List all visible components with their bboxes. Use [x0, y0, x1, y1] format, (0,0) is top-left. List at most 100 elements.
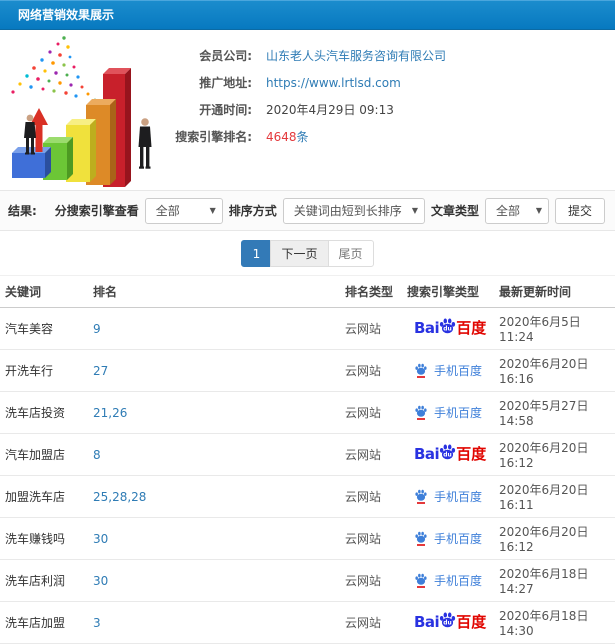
keyword-cell: 开洗车行	[0, 349, 88, 392]
keyword-cell: 汽车美容	[0, 307, 88, 350]
baidu-logo-text: Bai	[414, 613, 440, 631]
company-info-panel: 会员公司: 山东老人头汽车服务咨询有限公司 推广地址: https://www.…	[160, 30, 615, 190]
engine-cell: 手机百度	[402, 349, 494, 392]
mobile-baidu-badge: 手机百度	[414, 488, 482, 505]
engine-cell: 手机百度	[402, 559, 494, 602]
rank-cell: 27	[88, 349, 340, 392]
rank-type-cell: 云网站	[340, 433, 402, 476]
next-page-button[interactable]: 下一页	[270, 240, 329, 267]
chevron-down-icon: ▼	[411, 206, 418, 215]
table-row: 加盟洗车店 25,28,28 云网站 手机百度 2020年6月20日 16:11	[0, 475, 615, 518]
keyword-cell: 加盟洗车店	[0, 475, 88, 518]
red-underline	[417, 544, 425, 547]
member-company-link[interactable]: 山东老人头汽车服务咨询有限公司	[266, 47, 446, 64]
column-header-0: 关键词	[0, 275, 88, 308]
filter-bar: 结果: 分搜索引擎查看 全部 ▼ 排序方式 关键词由短到长排序 ▼ 文章类型 全…	[0, 190, 615, 231]
column-header-1: 排名	[88, 275, 340, 308]
baidu-logo: Bai du 百度	[414, 444, 487, 463]
keyword-cell: 洗车店加盟	[0, 601, 88, 644]
svg-text:du: du	[443, 326, 451, 333]
updated-cell: 2020年6月18日 14:27	[494, 559, 615, 602]
updated-cell: 2020年6月20日 16:12	[494, 433, 615, 476]
submit-button[interactable]: 提交	[554, 197, 605, 224]
rank-count-number: 4648	[266, 130, 297, 144]
promo-url-link[interactable]: https://www.lrtlsd.com	[266, 76, 401, 90]
svg-text:du: du	[443, 452, 451, 459]
chevron-down-icon: ▼	[535, 206, 542, 215]
baidu-logo-text: Bai	[414, 445, 440, 463]
table-row: 洗车赚钱吗 30 云网站 手机百度 2020年6月20日 16:12	[0, 517, 615, 560]
result-label: 结果:	[8, 204, 37, 218]
header-section: 会员公司: 山东老人头汽车服务咨询有限公司 推广地址: https://www.…	[0, 30, 615, 190]
table-header-row: 关键词 排名 排名类型 搜索引擎类型 最新更新时间	[0, 275, 615, 308]
rank-cell: 21,26	[88, 391, 340, 434]
baidu-logo-cn: 百度	[456, 613, 487, 631]
bar-chart-clipart-image	[11, 36, 152, 187]
mobile-baidu-label: 手机百度	[434, 363, 483, 378]
column-header-4: 最新更新时间	[494, 275, 615, 308]
rank-type-cell: 云网站	[340, 559, 402, 602]
rank-cell: 8	[88, 433, 340, 476]
page-1-button[interactable]: 1	[241, 240, 272, 267]
rank-cell: 9	[88, 307, 340, 350]
filter-group: 分搜索引擎查看 全部 ▼ 排序方式 关键词由短到长排序 ▼ 文章类型 全部 ▼ …	[54, 197, 605, 224]
red-underline	[417, 376, 425, 379]
baidu-paw-icon	[415, 364, 427, 375]
baidu-paw-icon	[415, 490, 427, 501]
open-time-value: 2020年4月29日 09:13	[266, 103, 394, 117]
baidu-logo-cn: 百度	[456, 445, 487, 463]
table-row: 汽车美容 9 云网站 Bai du 百度 2020年6月5日 11:24	[0, 307, 615, 350]
baidu-paw-icon: du	[440, 612, 456, 628]
engine-cell: Bai du 百度	[402, 307, 494, 350]
engine-rank-count-value: 4648条	[266, 128, 309, 145]
info-row-member-company: 会员公司: 山东老人头汽车服务咨询有限公司	[160, 42, 615, 69]
results-table-body: 汽车美容 9 云网站 Bai du 百度 2020年6月5日 11:24 开洗车行 27…	[0, 307, 615, 644]
keyword-cell: 洗车赚钱吗	[0, 517, 88, 560]
updated-cell: 2020年6月18日 14:30	[494, 601, 615, 644]
article-type-select[interactable]: 全部 ▼	[484, 197, 549, 224]
info-row-engine-rank-count: 搜索引擎排名: 4648条	[160, 123, 615, 150]
baidu-logo-text: Bai	[414, 319, 440, 337]
rank-type-cell: 云网站	[340, 517, 402, 560]
title-bar: 网络营销效果展示	[0, 0, 615, 30]
info-row-open-time: 开通时间: 2020年4月29日 09:13	[160, 96, 615, 123]
engine-filter-label: 分搜索引擎查看	[54, 204, 139, 218]
engine-cell: Bai du 百度	[402, 433, 494, 476]
engine-cell: 手机百度	[402, 517, 494, 560]
confetti-dots	[11, 36, 97, 102]
engine-cell: 手机百度	[402, 391, 494, 434]
rank-cell: 3	[88, 601, 340, 644]
engine-filter-select[interactable]: 全部 ▼	[144, 197, 223, 224]
sort-label: 排序方式	[228, 204, 277, 218]
sort-select[interactable]: 关键词由短到长排序 ▼	[282, 197, 425, 224]
rank-type-cell: 云网站	[340, 307, 402, 350]
engine-filter-selected-value: 全部	[155, 204, 180, 218]
red-underline	[417, 418, 425, 421]
engine-cell: Bai du 百度	[402, 601, 494, 644]
mobile-baidu-label: 手机百度	[434, 489, 483, 504]
table-row: 洗车店利润 30 云网站 手机百度 2020年6月18日 14:27	[0, 559, 615, 602]
last-page-button[interactable]: 尾页	[327, 240, 374, 267]
rank-type-cell: 云网站	[340, 391, 402, 434]
engine-cell: 手机百度	[402, 475, 494, 518]
column-header-2: 排名类型	[340, 275, 402, 308]
rank-type-cell: 云网站	[340, 475, 402, 518]
updated-cell: 2020年6月5日 11:24	[494, 307, 615, 350]
chevron-down-icon: ▼	[209, 206, 216, 215]
mobile-baidu-badge: 手机百度	[414, 572, 482, 589]
rank-count-unit: 条	[296, 130, 309, 144]
mobile-baidu-label: 手机百度	[434, 531, 483, 546]
article-type-selected-value: 全部	[495, 204, 520, 218]
updated-cell: 2020年6月20日 16:11	[494, 475, 615, 518]
sort-selected-value: 关键词由短到长排序	[293, 204, 402, 218]
info-row-promo-url: 推广地址: https://www.lrtlsd.com	[160, 69, 615, 96]
keyword-cell: 洗车店利润	[0, 559, 88, 602]
svg-text:du: du	[443, 620, 451, 627]
rank-type-cell: 云网站	[340, 349, 402, 392]
promo-url-label: 推广地址:	[199, 76, 252, 90]
red-underline	[417, 586, 425, 589]
baidu-paw-icon	[415, 406, 427, 417]
column-header-3: 搜索引擎类型	[402, 275, 494, 308]
member-company-label: 会员公司:	[199, 49, 252, 63]
table-row: 洗车店投资 21,26 云网站 手机百度 2020年5月27日 14:58	[0, 391, 615, 434]
